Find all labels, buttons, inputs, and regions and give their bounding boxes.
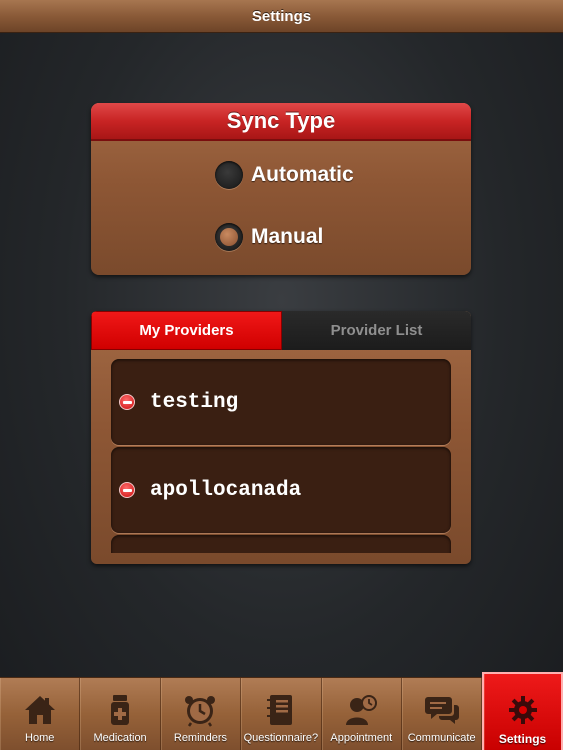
radio-label-manual: Manual bbox=[251, 225, 324, 248]
sync-option-automatic[interactable]: Automatic bbox=[215, 161, 354, 189]
appointment-icon bbox=[341, 692, 381, 728]
tabbar-item-settings[interactable]: Settings bbox=[482, 672, 563, 750]
tab-my-providers[interactable]: My Providers bbox=[91, 311, 282, 350]
radio-label-automatic: Automatic bbox=[251, 163, 354, 186]
top-nav-bar: Settings bbox=[0, 0, 563, 33]
bottom-tab-bar: Home Medication Reminders Questionnaire?… bbox=[0, 672, 563, 750]
list-item[interactable]: testing bbox=[111, 359, 451, 445]
list-item-partial[interactable] bbox=[111, 535, 451, 553]
tabbar-label: Appointment bbox=[330, 732, 393, 744]
providers-panel: My Providers Provider List testing apoll… bbox=[91, 311, 471, 564]
medication-icon bbox=[100, 692, 140, 728]
tabbar-item-home[interactable]: Home bbox=[0, 678, 81, 750]
tabbar-item-medication[interactable]: Medication bbox=[80, 678, 161, 750]
radio-selected-dot bbox=[220, 228, 238, 246]
tab-provider-list[interactable]: Provider List bbox=[282, 311, 471, 350]
providers-list[interactable]: testing apollocanada bbox=[111, 359, 451, 553]
delete-minus-icon[interactable] bbox=[119, 394, 135, 410]
chat-bubbles-icon bbox=[422, 692, 462, 728]
alarm-clock-icon bbox=[180, 692, 220, 728]
tabbar-item-questionnaire[interactable]: Questionnaire? bbox=[241, 678, 322, 750]
providers-tabs: My Providers Provider List bbox=[91, 311, 471, 350]
sync-type-title: Sync Type bbox=[226, 108, 336, 133]
tabbar-item-reminders[interactable]: Reminders bbox=[161, 678, 242, 750]
page-title: Settings bbox=[251, 7, 312, 25]
home-icon bbox=[20, 692, 60, 728]
tabbar-item-appointment[interactable]: Appointment bbox=[322, 678, 402, 750]
tabbar-label: Communicate bbox=[407, 732, 476, 744]
list-item[interactable]: apollocanada bbox=[111, 447, 451, 533]
sync-type-panel: Sync Type Automatic Manual bbox=[91, 103, 471, 275]
sync-option-manual[interactable]: Manual bbox=[215, 223, 323, 251]
provider-name: testing bbox=[150, 390, 239, 414]
sync-type-header: Sync Type bbox=[91, 103, 471, 141]
tabbar-label: Questionnaire? bbox=[243, 732, 319, 744]
radio-manual[interactable] bbox=[215, 223, 243, 251]
tabbar-label: Medication bbox=[93, 732, 147, 744]
tabbar-label: Settings bbox=[498, 732, 547, 746]
tabbar-label: Reminders bbox=[173, 732, 228, 744]
tabbar-label: Home bbox=[25, 732, 55, 744]
notebook-icon bbox=[261, 692, 301, 728]
radio-automatic[interactable] bbox=[215, 161, 243, 189]
delete-minus-icon[interactable] bbox=[119, 482, 135, 498]
provider-name: apollocanada bbox=[150, 478, 302, 502]
gear-icon bbox=[503, 692, 543, 728]
tabbar-item-communicate[interactable]: Communicate bbox=[402, 678, 483, 750]
